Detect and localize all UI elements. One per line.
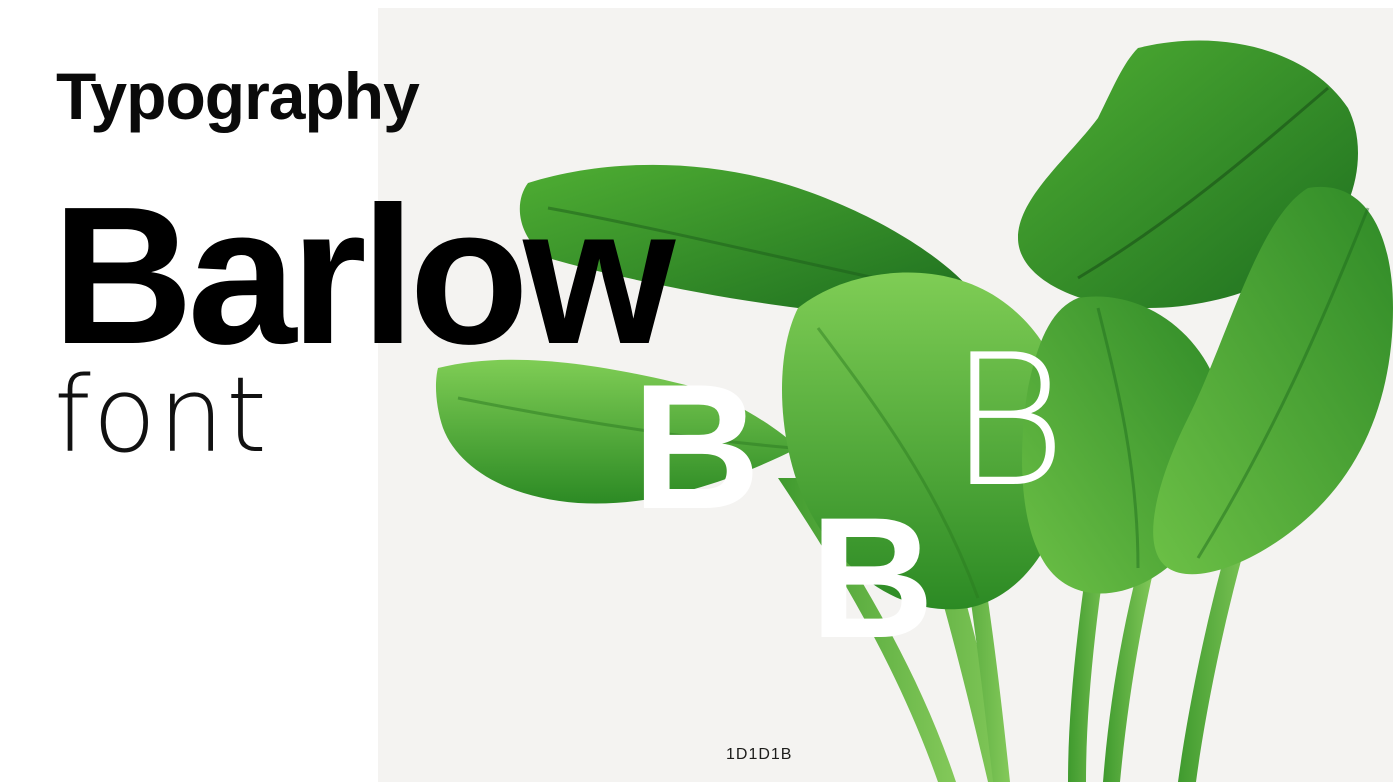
- color-code-label: 1D1D1B: [726, 746, 793, 763]
- font-subtitle: font: [54, 354, 269, 476]
- slide: Typography Barlow font B B B 1D1D1B: [0, 0, 1393, 782]
- glyph-sample-light: B: [948, 315, 1068, 527]
- glyph-sample-heavy: B: [810, 482, 935, 674]
- heading-typography: Typography: [56, 59, 420, 133]
- font-name-title: Barlow: [52, 166, 675, 385]
- glyph-sample-bold: B: [632, 347, 761, 546]
